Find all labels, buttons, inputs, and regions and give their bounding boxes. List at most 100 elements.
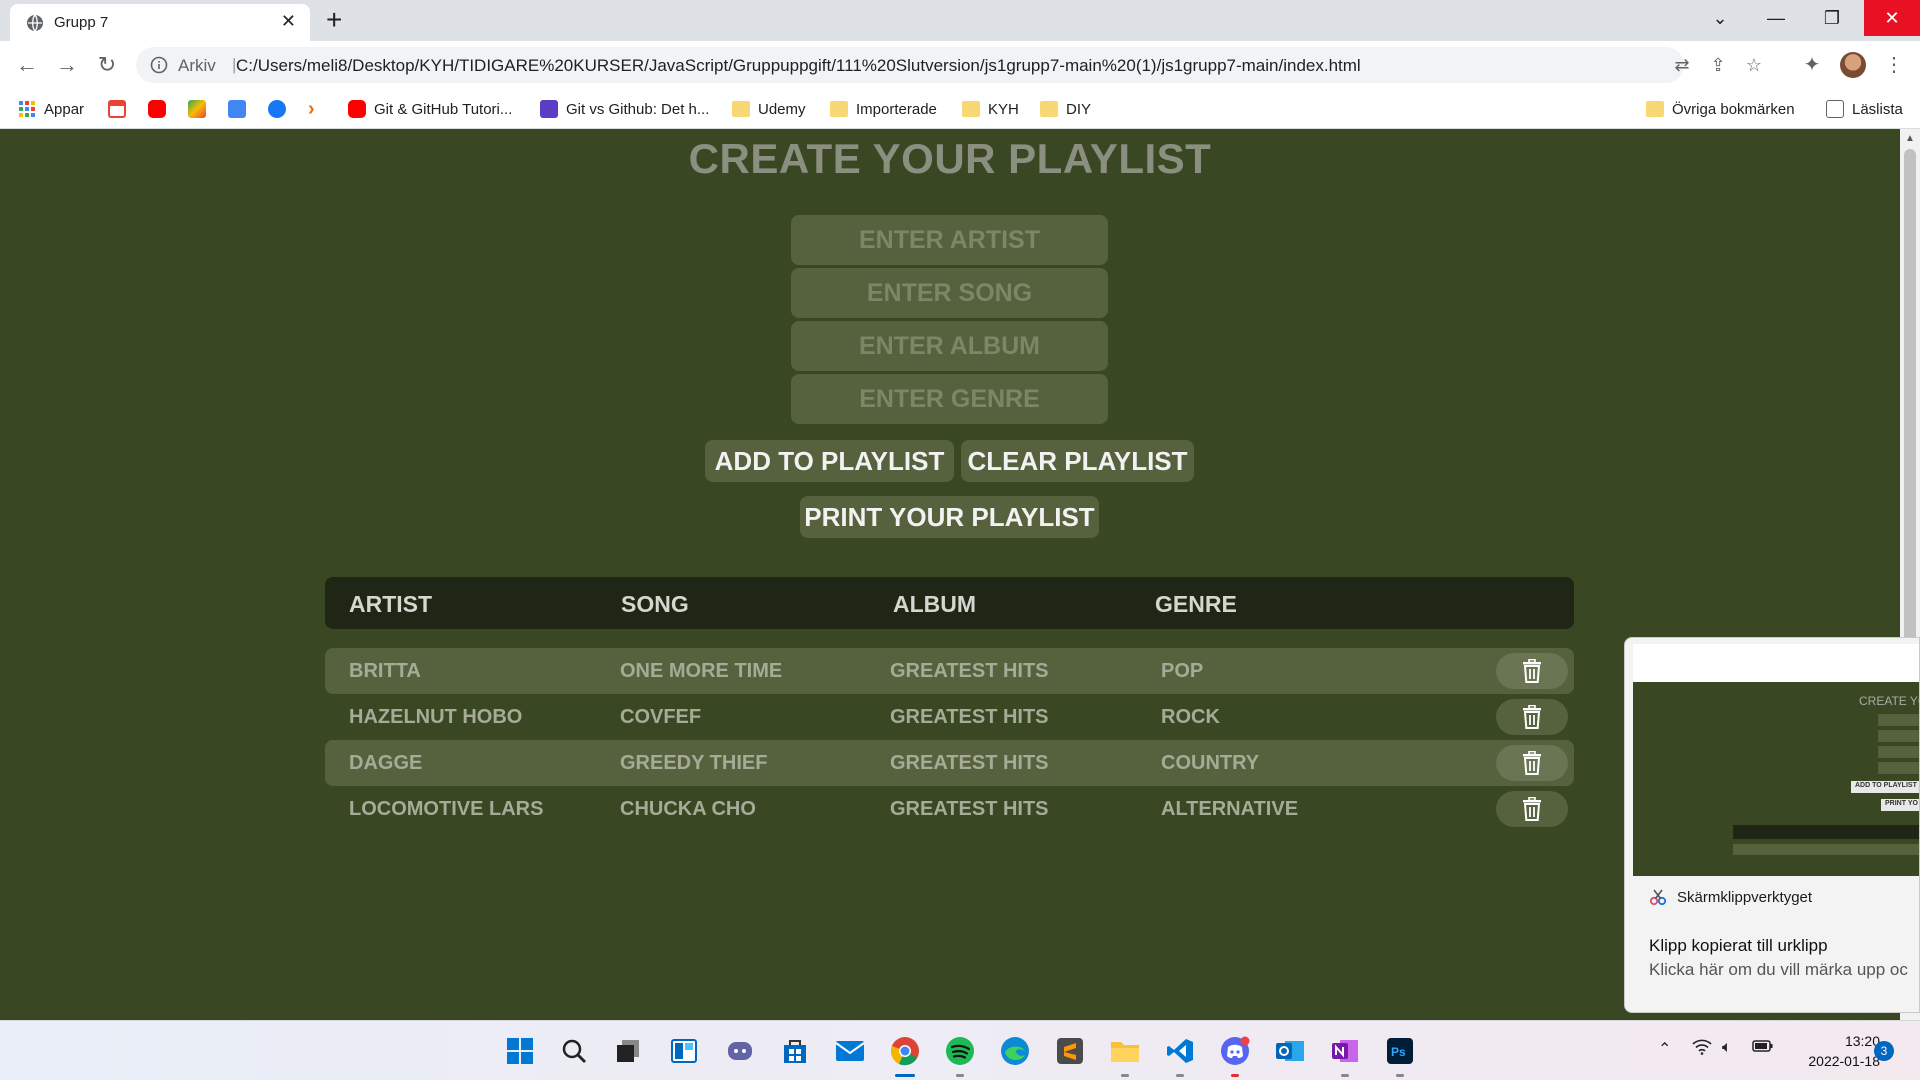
bookmark-diy[interactable]: DIY: [1040, 99, 1091, 119]
chevron-bookmark-icon[interactable]: ›: [308, 98, 315, 120]
volume-icon[interactable]: 🔈︎: [1722, 1039, 1732, 1057]
bookmark-label: KYH: [988, 100, 1019, 118]
cell-album: GREATEST HITS: [890, 706, 1049, 728]
scroll-up-icon[interactable]: ▲: [1905, 133, 1915, 144]
mail-icon[interactable]: [832, 1033, 868, 1069]
facebook-icon[interactable]: [268, 99, 286, 119]
sublime-icon[interactable]: [1052, 1033, 1088, 1069]
forward-icon[interactable]: →: [52, 50, 82, 80]
print-playlist-button[interactable]: PRINT YOUR PLAYLIST: [800, 496, 1099, 538]
bookmark-kyh[interactable]: KYH: [962, 99, 1019, 119]
outlook-icon[interactable]: [1272, 1033, 1308, 1069]
cell-song: COVFEF: [620, 706, 702, 728]
song-input[interactable]: [791, 268, 1108, 318]
notification-count-badge[interactable]: 3: [1874, 1041, 1894, 1061]
profile-avatar[interactable]: [1840, 52, 1866, 78]
restore-icon[interactable]: ❐: [1804, 0, 1860, 36]
bookmark-importerade[interactable]: Importerade: [830, 99, 937, 119]
table-row: HAZELNUT HOBO COVFEF GREATEST HITS ROCK: [325, 694, 1574, 740]
minimize-icon[interactable]: —: [1748, 0, 1804, 36]
bookmark-label: Git & GitHub Tutori...: [374, 100, 513, 118]
bookmark-reading-list[interactable]: Läslista: [1826, 99, 1903, 119]
teams-chat-icon[interactable]: [722, 1033, 758, 1069]
trash-icon: [1523, 705, 1541, 729]
file-explorer-icon[interactable]: [1107, 1033, 1143, 1077]
notification-app-name: Skärmklippverktyget: [1677, 888, 1813, 906]
preview-browser-bar: [1633, 644, 1919, 682]
delete-row-button[interactable]: [1496, 791, 1568, 827]
translate-icon[interactable]: ⇄: [1670, 53, 1694, 77]
widgets-icon[interactable]: [666, 1033, 702, 1069]
delete-row-button[interactable]: [1496, 699, 1568, 735]
photoshop-icon[interactable]: Ps: [1382, 1033, 1418, 1077]
bookmark-label: Övriga bokmärken: [1672, 100, 1795, 118]
reading-list-icon: [1826, 100, 1844, 118]
genre-input[interactable]: [791, 374, 1108, 424]
folder-icon: [830, 101, 848, 117]
column-header-song: SONG: [621, 591, 689, 617]
tab-bar: Grupp 7 ✕ + ⌄ — ❐ ✕: [0, 0, 1920, 41]
system-clock[interactable]: 13:20 2022-01-18: [1780, 1031, 1880, 1071]
preview-field: [1878, 762, 1919, 774]
table-row: DAGGE GREEDY THIEF GREATEST HITS COUNTRY: [325, 740, 1574, 786]
globe-icon: [27, 14, 43, 32]
clock-time: 13:20: [1844, 1033, 1880, 1049]
clear-playlist-button[interactable]: CLEAR PLAYLIST: [961, 440, 1194, 482]
add-to-playlist-button[interactable]: ADD TO PLAYLIST: [705, 440, 954, 482]
bookmark-other[interactable]: Övriga bokmärken: [1646, 99, 1795, 119]
trash-icon: [1523, 751, 1541, 775]
info-icon[interactable]: [150, 56, 168, 74]
bookmark-git-tutorial[interactable]: Git & GitHub Tutori...: [348, 99, 512, 119]
artist-input[interactable]: [791, 215, 1108, 265]
extensions-icon[interactable]: ✦: [1798, 50, 1826, 78]
delete-row-button[interactable]: [1496, 653, 1568, 689]
bookmark-label: Importerade: [856, 100, 937, 118]
vscode-icon[interactable]: [1162, 1033, 1198, 1077]
chrome-icon[interactable]: [887, 1033, 923, 1077]
cell-album: GREATEST HITS: [890, 752, 1049, 774]
menu-icon[interactable]: ⋮: [1880, 50, 1908, 78]
column-header-album: ALBUM: [893, 591, 977, 617]
gmail-icon[interactable]: [108, 99, 126, 119]
delete-row-button[interactable]: [1496, 745, 1568, 781]
show-hidden-icons-icon[interactable]: ⌃: [1658, 1039, 1671, 1059]
address-url[interactable]: C:/Users/meli8/Desktop/KYH/TIDIGARE%20KU…: [236, 56, 1361, 76]
browser-tab[interactable]: Grupp 7 ✕: [10, 4, 310, 41]
table-row: LOCOMOTIVE LARS CHUCKA CHO GREATEST HITS…: [325, 786, 1574, 832]
share-icon[interactable]: ⇪: [1706, 53, 1730, 77]
bookmark-udemy[interactable]: Udemy: [732, 99, 806, 119]
bookmark-star-icon[interactable]: ☆: [1742, 53, 1766, 77]
spotify-icon[interactable]: [942, 1033, 978, 1077]
maps-icon[interactable]: [188, 99, 206, 119]
bookmark-apps[interactable]: Appar: [18, 99, 84, 119]
wifi-icon[interactable]: [1692, 1039, 1712, 1060]
search-icon[interactable]: [556, 1033, 592, 1069]
translate-bookmark-icon[interactable]: [228, 99, 246, 119]
running-app-indicator: [1231, 1074, 1239, 1077]
notification-heading: Klipp kopierat till urklipp: [1649, 936, 1828, 955]
close-window-icon[interactable]: ✕: [1864, 0, 1920, 36]
omnibox[interactable]: Arkiv | C:/Users/meli8/Desktop/KYH/TIDIG…: [136, 47, 1762, 83]
active-app-indicator: [895, 1074, 915, 1077]
task-view-icon[interactable]: [610, 1033, 646, 1069]
start-icon[interactable]: [502, 1033, 538, 1069]
album-input[interactable]: [791, 321, 1108, 371]
edge-icon[interactable]: [997, 1033, 1033, 1069]
store-icon[interactable]: [777, 1033, 813, 1069]
cell-genre: POP: [1161, 660, 1204, 682]
reload-icon[interactable]: ↻: [92, 50, 122, 80]
preview-field: [1878, 730, 1919, 742]
cell-artist: HAZELNUT HOBO: [349, 706, 523, 728]
battery-icon[interactable]: [1752, 1039, 1774, 1058]
tab-search-icon[interactable]: ⌄: [1692, 0, 1748, 36]
discord-icon[interactable]: [1217, 1033, 1253, 1077]
tab-close-icon[interactable]: ✕: [281, 11, 296, 32]
youtube-icon[interactable]: [148, 99, 166, 119]
preview-row: [1733, 844, 1919, 855]
snip-notification[interactable]: CREATE YO ADD TO PLAYLIST PRINT YO Skärm…: [1624, 637, 1920, 1013]
new-tab-icon[interactable]: +: [326, 4, 342, 36]
youtube-icon: [348, 100, 366, 118]
bookmark-git-vs-github[interactable]: Git vs Github: Det h...: [540, 99, 709, 119]
back-icon[interactable]: ←: [12, 50, 42, 80]
onenote-icon[interactable]: [1327, 1033, 1363, 1077]
